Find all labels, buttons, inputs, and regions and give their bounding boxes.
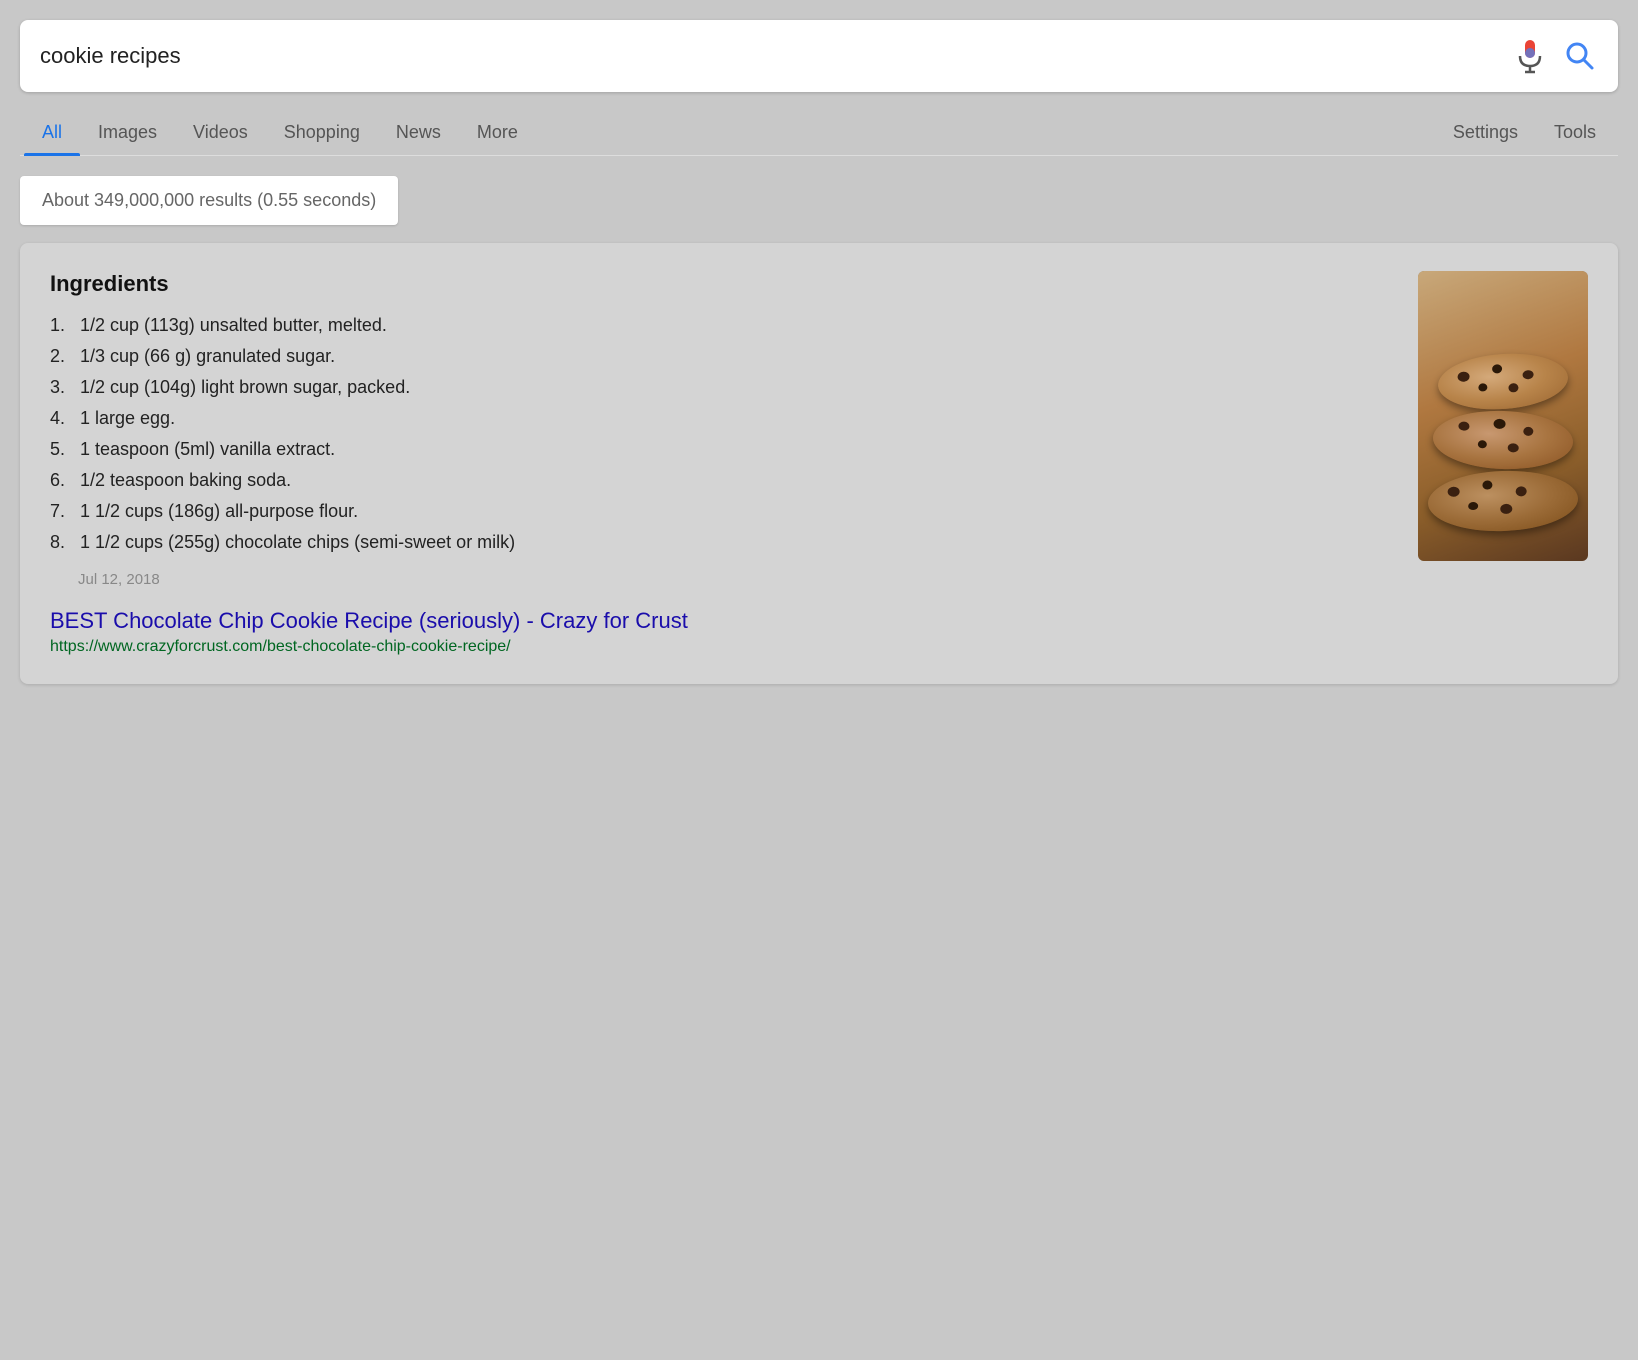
list-item: 5. 1 teaspoon (5ml) vanilla extract.: [50, 439, 1398, 460]
result-link: BEST Chocolate Chip Cookie Recipe (serio…: [50, 608, 1588, 656]
search-button[interactable]: [1562, 38, 1598, 74]
results-count-text: About 349,000,000 results (0.55 seconds): [42, 190, 376, 210]
list-item: 2. 1/3 cup (66 g) granulated sugar.: [50, 346, 1398, 367]
ingredient-list: 1. 1/2 cup (113g) unsalted butter, melte…: [50, 315, 1398, 553]
list-item: 3. 1/2 cup (104g) light brown sugar, pac…: [50, 377, 1398, 398]
tab-tools[interactable]: Tools: [1536, 110, 1614, 155]
tab-more[interactable]: More: [459, 110, 536, 155]
cookie-image: [1418, 271, 1588, 561]
search-icons: [1516, 38, 1598, 74]
search-bar: [20, 20, 1618, 92]
results-count: About 349,000,000 results (0.55 seconds): [20, 176, 398, 225]
list-item: 4. 1 large egg.: [50, 408, 1398, 429]
result-date: Jul 12, 2018: [78, 571, 1398, 588]
list-item: 7. 1 1/2 cups (186g) all-purpose flour.: [50, 501, 1398, 522]
tab-all[interactable]: All: [24, 110, 80, 155]
mic-icon[interactable]: [1516, 38, 1544, 74]
result-link-url: https://www.crazyforcrust.com/best-choco…: [50, 638, 1588, 656]
tab-videos[interactable]: Videos: [175, 110, 266, 155]
list-item: 8. 1 1/2 cups (255g) chocolate chips (se…: [50, 532, 1398, 553]
tab-images[interactable]: Images: [80, 110, 175, 155]
list-item: 1. 1/2 cup (113g) unsalted butter, melte…: [50, 315, 1398, 336]
list-item: 6. 1/2 teaspoon baking soda.: [50, 470, 1398, 491]
tab-settings[interactable]: Settings: [1435, 110, 1536, 155]
result-link-title[interactable]: BEST Chocolate Chip Cookie Recipe (serio…: [50, 608, 688, 633]
ingredients-title: Ingredients: [50, 271, 1398, 297]
featured-result-card: Ingredients 1. 1/2 cup (113g) unsalted b…: [20, 243, 1618, 684]
tab-news[interactable]: News: [378, 110, 459, 155]
nav-tabs: All Images Videos Shopping News More Set…: [20, 110, 1618, 156]
card-top: Ingredients 1. 1/2 cup (113g) unsalted b…: [50, 271, 1588, 588]
card-content: Ingredients 1. 1/2 cup (113g) unsalted b…: [50, 271, 1398, 588]
search-input[interactable]: [40, 43, 1516, 69]
tab-shopping[interactable]: Shopping: [266, 110, 378, 155]
